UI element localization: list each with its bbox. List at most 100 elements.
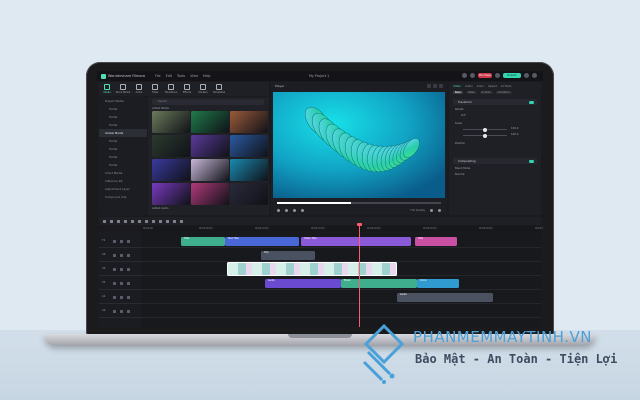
play-icon[interactable]: [285, 208, 288, 212]
marker-icon[interactable]: [173, 219, 176, 223]
mute-icon[interactable]: [127, 309, 130, 313]
settings-icon[interactable]: [439, 84, 443, 88]
cloud-icon[interactable]: [495, 73, 500, 78]
lock-icon[interactable]: [113, 239, 116, 243]
sidebar-item[interactable]: Influence Kit: [99, 177, 147, 185]
timeline-clip[interactable]: [227, 262, 397, 276]
scale-y-slider[interactable]: [463, 133, 507, 138]
lock-icon[interactable]: [113, 295, 116, 299]
media-thumbnail[interactable]: [191, 111, 229, 133]
sidebar-item[interactable]: Compound Clip: [99, 193, 147, 201]
sidebar-item[interactable]: Folder: [99, 113, 147, 121]
audio-icon[interactable]: [152, 219, 155, 223]
properties-tab[interactable]: Color: [477, 84, 484, 88]
media-thumbnail[interactable]: [152, 183, 190, 205]
timeline-clip[interactable]: Title: [181, 236, 225, 246]
properties-subtab[interactable]: AI Tools: [479, 91, 493, 94]
sidebar-item[interactable]: Project Media: [99, 97, 147, 105]
timeline-clip[interactable]: Audio: [397, 292, 493, 302]
close-icon[interactable]: [532, 73, 537, 78]
compositing-toggle[interactable]: [529, 159, 534, 163]
sidebar-item[interactable]: Folder: [99, 105, 147, 113]
eye-icon[interactable]: [120, 295, 123, 299]
media-tab-audio[interactable]: Audio: [131, 82, 147, 96]
track-lane[interactable]: [141, 248, 541, 262]
media-tab-media[interactable]: Media: [99, 82, 115, 96]
zoom-icon[interactable]: [438, 208, 441, 212]
media-thumbnail[interactable]: [191, 183, 229, 205]
timeline-clip[interactable]: Clip: [261, 250, 315, 260]
media-thumbnail[interactable]: [230, 135, 268, 157]
media-thumbnail[interactable]: [152, 111, 190, 133]
mute-icon[interactable]: [127, 295, 130, 299]
ai-icon[interactable]: [180, 219, 183, 223]
fullscreen-icon[interactable]: [433, 84, 437, 88]
timeline-clip[interactable]: Audio: [265, 278, 341, 288]
properties-tab[interactable]: Audio: [465, 84, 473, 88]
sidebar-item[interactable]: Folder: [99, 153, 147, 161]
menu-item-edit[interactable]: Edit: [166, 74, 172, 78]
undo-icon[interactable]: [103, 219, 106, 223]
timeline-clip[interactable]: Voice: [417, 278, 459, 288]
menu-item-tools[interactable]: Tools: [177, 74, 185, 78]
minimize-icon[interactable]: [524, 73, 529, 78]
color-icon[interactable]: [145, 219, 148, 223]
lock-icon[interactable]: [113, 267, 116, 271]
snapshot-icon[interactable]: [427, 84, 431, 88]
menu-item-help[interactable]: Help: [203, 74, 211, 78]
split-icon[interactable]: [124, 219, 127, 223]
prev-frame-icon[interactable]: [277, 208, 280, 212]
next-frame-icon[interactable]: [293, 208, 296, 212]
scale-x-slider[interactable]: [463, 127, 507, 132]
mute-icon[interactable]: [127, 253, 130, 257]
sidebar-item[interactable]: Folder: [99, 145, 147, 153]
media-tab-stock-media[interactable]: Stock Media: [115, 82, 131, 96]
preview-scrubber[interactable]: [277, 202, 441, 204]
eye-icon[interactable]: [120, 267, 123, 271]
mask-icon[interactable]: [159, 219, 162, 223]
eye-icon[interactable]: [120, 281, 123, 285]
eye-icon[interactable]: [120, 239, 123, 243]
media-thumbnail[interactable]: [191, 135, 229, 157]
properties-tab[interactable]: AI Tools: [501, 84, 512, 88]
account-icon[interactable]: [462, 73, 467, 78]
timeline-clip[interactable]: Video Title: [301, 236, 411, 246]
delete-icon[interactable]: [117, 219, 120, 223]
media-tab-titles[interactable]: Titles: [147, 82, 163, 96]
crop-icon[interactable]: [131, 219, 134, 223]
sidebar-item[interactable]: Global Media: [99, 129, 147, 137]
blend-mode-select[interactable]: Normal: [455, 173, 464, 176]
eye-icon[interactable]: [120, 253, 123, 257]
properties-subtab[interactable]: Mask: [466, 91, 477, 94]
keyframe-icon[interactable]: [166, 219, 169, 223]
sidebar-item[interactable]: Folder: [99, 161, 147, 169]
properties-subtab[interactable]: Basic: [453, 91, 464, 94]
media-thumbnail[interactable]: [152, 159, 190, 181]
quality-select[interactable]: Full Quality: [410, 209, 425, 212]
sidebar-item[interactable]: Cloud Media: [99, 169, 147, 177]
rotate-value[interactable]: 0.0°: [461, 114, 466, 117]
media-tab-stickers[interactable]: Stickers: [195, 82, 211, 96]
sidebar-item[interactable]: Folder: [99, 121, 147, 129]
preview-canvas[interactable]: [273, 92, 445, 198]
scale-x-value[interactable]: 100.0: [511, 127, 518, 130]
lock-icon[interactable]: [113, 253, 116, 257]
scale-y-value[interactable]: 100.0: [511, 133, 518, 136]
timeline-clip[interactable]: Text Title: [225, 236, 299, 246]
compositing-section[interactable]: Compositing: [453, 158, 537, 164]
redo-icon[interactable]: [110, 219, 113, 223]
playhead[interactable]: [359, 224, 360, 327]
export-button[interactable]: Export: [503, 73, 521, 78]
stop-icon[interactable]: [301, 208, 304, 212]
sidebar-item[interactable]: Folder: [99, 137, 147, 145]
notification-icon[interactable]: [470, 73, 475, 78]
timeline-clip[interactable]: Title: [415, 236, 457, 246]
timeline-clip[interactable]: Music: [341, 278, 417, 288]
lock-icon[interactable]: [113, 281, 116, 285]
menu-item-file[interactable]: File: [155, 74, 161, 78]
properties-tab[interactable]: Speed: [488, 84, 497, 88]
transform-section[interactable]: Transform: [453, 99, 537, 105]
media-thumbnail[interactable]: [152, 135, 190, 157]
media-search-input[interactable]: Search: [152, 99, 264, 105]
media-tab-transitions[interactable]: Transitions: [163, 82, 179, 96]
